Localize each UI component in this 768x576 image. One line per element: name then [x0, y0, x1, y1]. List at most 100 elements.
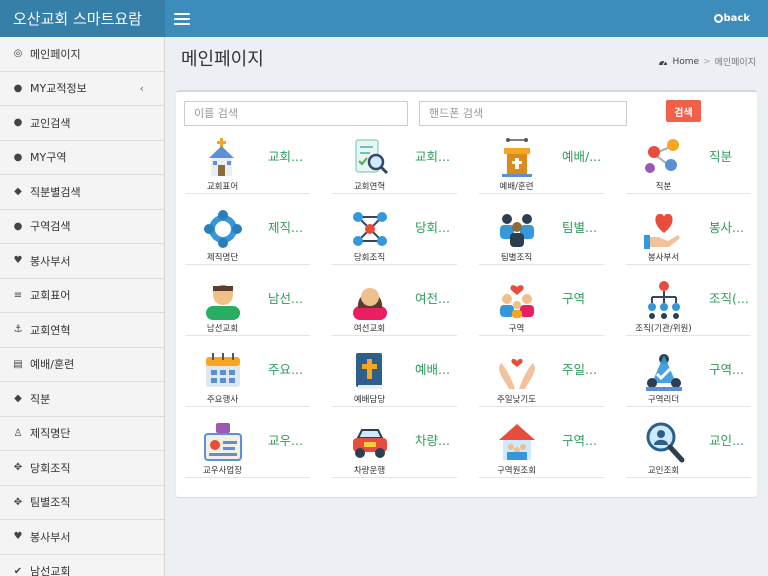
tile-title[interactable]: 차량... [415, 430, 457, 449]
sidebar-item-label: 직분 [30, 392, 51, 406]
tile-title[interactable]: 구역... [709, 359, 751, 378]
family-icon [495, 278, 539, 322]
menu-tile[interactable]: 팀별조직 팀별... [479, 207, 604, 265]
tags-icon: ◆ [14, 393, 22, 405]
user-icon: ● [13, 151, 23, 163]
network-icon [348, 207, 392, 251]
menu-tile[interactable]: 주요행사 주요... [185, 349, 310, 407]
sidebar-item[interactable]: ♙ 제직명단 [0, 416, 164, 451]
tile-title[interactable]: 여전... [415, 288, 457, 307]
tile-title[interactable]: 봉사... [709, 217, 751, 236]
house-group-icon [495, 420, 539, 464]
tile-title[interactable]: 교회... [268, 146, 310, 165]
tile-title[interactable]: 팀별... [562, 217, 604, 236]
sidebar-item[interactable]: ✔ 남선교회 [0, 554, 164, 576]
sidebar-item-label: 예배/훈련 [30, 358, 75, 372]
menu-tile[interactable]: 여선교회 여전... [332, 278, 457, 336]
app-logo[interactable]: 오산교회 스마트요람 [0, 0, 165, 37]
menu-tile[interactable]: 당회조직 당회... [332, 207, 457, 265]
breadcrumb-separator: > [703, 56, 711, 67]
menu-tile[interactable]: 교회연혁 교회... [332, 136, 457, 194]
sidebar-item-label: 메인페이지 [30, 47, 81, 61]
menu-tile[interactable]: 구역리더 구역... [626, 349, 751, 407]
sidebar-item-label: 구역검색 [30, 220, 71, 234]
breadcrumb: Home > 메인페이지 [658, 55, 756, 68]
breadcrumb-current: 메인페이지 [714, 58, 756, 68]
praying-hands-icon [495, 349, 539, 393]
phone-search-input[interactable] [419, 101, 627, 126]
sidebar-item[interactable]: ● MY교적정보 ‹ [0, 71, 164, 106]
sidebar-item[interactable]: ● 구역검색 [0, 209, 164, 244]
tile-caption: 남선교회 [206, 324, 239, 334]
back-button[interactable]: back [713, 13, 750, 24]
tile-title[interactable]: 남선... [268, 288, 310, 307]
check-circle-icon: ✔ [13, 565, 23, 576]
menu-tile[interactable]: 주일낮기도 주일... [479, 349, 604, 407]
tile-title[interactable]: 주일... [562, 359, 604, 378]
tile-caption: 당회조직 [353, 253, 386, 263]
tile-title[interactable]: 구역 [562, 288, 604, 307]
sidebar-item[interactable]: ● 교인검색 [0, 106, 164, 141]
tile-title[interactable]: 교인... [709, 430, 751, 449]
sidebar-item-label: 직분별검색 [30, 185, 81, 199]
calendar-icon [201, 349, 245, 393]
user-icon: ● [13, 82, 23, 94]
menu-tile[interactable]: 봉사부서 봉사... [626, 207, 751, 265]
sidebar-item[interactable]: ♥ 봉사부서 [0, 244, 164, 279]
menu-tile[interactable]: 예배담당 예배... [332, 349, 457, 407]
sidebar-item-label: 교인검색 [30, 116, 71, 130]
tile-title[interactable]: 직분 [709, 146, 751, 165]
breadcrumb-home[interactable]: Home [672, 57, 699, 67]
name-search-input[interactable] [184, 101, 408, 126]
tile-caption: 주일낮기도 [496, 395, 537, 405]
sidebar-item[interactable]: ≡ 교회표어 [0, 278, 164, 313]
sidebar-item[interactable]: ⚓ 교회연혁 [0, 313, 164, 348]
sidebar-item[interactable]: ▤ 예배/훈련 [0, 347, 164, 382]
tile-title[interactable]: 조직(... [709, 288, 751, 307]
sidebar-item[interactable]: ◆ 직분 [0, 382, 164, 417]
sidebar-item-label: 남선교회 [30, 565, 71, 576]
tile-caption: 차량운행 [353, 466, 386, 476]
menu-tile[interactable]: 조직(기관/위원) 조직(... [626, 278, 751, 336]
menu-tile[interactable]: 차량운행 차량... [332, 420, 457, 478]
sidebar-item-label: MY교적정보 [30, 82, 87, 96]
tile-caption: 조직(기관/위원) [635, 324, 692, 334]
sidebar-item[interactable]: ♥ 봉사부서 [0, 520, 164, 555]
menu-tile[interactable]: 구역 구역 [479, 278, 604, 336]
search-button[interactable]: 검색 [666, 100, 701, 122]
sidebar-item-label: MY구역 [30, 151, 67, 165]
tile-caption: 예배담당 [353, 395, 386, 405]
top-navbar: back [165, 0, 768, 37]
tile-title[interactable]: 주요... [268, 359, 310, 378]
sidebar-item[interactable]: ● MY구역 [0, 140, 164, 175]
chevron-left-icon[interactable]: ‹ [140, 82, 144, 95]
sidebar-item[interactable]: ✥ 팀별조직 [0, 485, 164, 520]
menu-tile[interactable]: 직분 직분 [626, 136, 751, 194]
menu-tile[interactable]: 남선교회 남선... [185, 278, 310, 336]
tile-title[interactable]: 당회... [415, 217, 457, 236]
tile-title[interactable]: 구역... [562, 430, 604, 449]
sidebar-item[interactable]: ◎ 메인페이지 [0, 37, 164, 72]
tile-title[interactable]: 예배... [415, 359, 457, 378]
sidebar-item[interactable]: ◆ 직분별검색 [0, 175, 164, 210]
menu-tile[interactable]: 교우사업장 교우... [185, 420, 310, 478]
menu-toggle-icon[interactable] [174, 12, 190, 25]
tile-title[interactable]: 교회... [415, 146, 457, 165]
team-icon [495, 207, 539, 251]
pulpit-icon [495, 136, 539, 180]
tile-title[interactable]: 예배/... [562, 146, 604, 165]
menu-tile[interactable]: 예배/훈련 예배/... [479, 136, 604, 194]
tile-caption: 교인조회 [647, 466, 680, 476]
sidebar-item[interactable]: ✥ 당회조직 [0, 451, 164, 486]
dashboard-icon: ◎ [13, 48, 23, 60]
tile-title[interactable]: 교우... [268, 430, 310, 449]
menu-tile[interactable]: 교회표어 교회... [185, 136, 310, 194]
sidebar: ◎ 메인페이지 ● MY교적정보 ‹ ● 교인검색 ● MY구역 ◆ 직분별검색 ● 구역검색 ♥ 봉사부서… [0, 37, 165, 576]
tile-title[interactable]: 제직... [268, 217, 310, 236]
menu-tile[interactable]: 교인조회 교인... [626, 420, 751, 478]
heart-icon: ♥ [13, 531, 23, 543]
menu-tile[interactable]: 구역원조회 구역... [479, 420, 604, 478]
arrows-icon: ✥ [13, 496, 23, 508]
sidebar-item-label: 제직명단 [30, 427, 71, 441]
menu-tile[interactable]: 제직명단 제직... [185, 207, 310, 265]
